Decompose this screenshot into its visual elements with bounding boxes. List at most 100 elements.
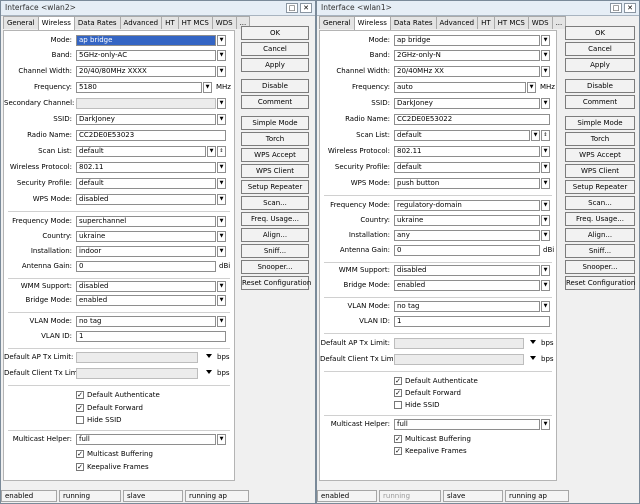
ok-button[interactable]: OK xyxy=(241,26,309,40)
tab-general[interactable]: General xyxy=(319,16,355,29)
freq-usage-button[interactable]: Freq. Usage... xyxy=(565,212,635,226)
tab-general[interactable]: General xyxy=(3,16,39,29)
bridge-mode-select[interactable]: enabled xyxy=(76,295,216,306)
title-bar[interactable]: Interface <wlan1> □ ✕ xyxy=(317,1,639,16)
dropdown-arrow-icon[interactable]: ▼ xyxy=(217,231,226,242)
wmm-support-select[interactable]: disabled xyxy=(76,281,216,292)
dropdown-arrow-icon[interactable]: ▼ xyxy=(541,200,550,211)
dropdown-arrow-icon[interactable]: ▼ xyxy=(541,98,550,109)
maximize-icon[interactable]: □ xyxy=(286,3,298,13)
tab-advanced[interactable]: Advanced xyxy=(119,16,163,29)
dropdown-arrow-icon[interactable]: ▼ xyxy=(541,280,550,291)
expand-arrow-icon[interactable] xyxy=(530,356,536,360)
default-ap-tx-limit-input[interactable] xyxy=(394,338,524,349)
cancel-button[interactable]: Cancel xyxy=(565,42,635,56)
installation-select[interactable]: indoor xyxy=(76,246,216,257)
frequency-mode-select[interactable]: regulatory-domain xyxy=(394,200,540,211)
align-button[interactable]: Align... xyxy=(241,228,309,242)
dropdown-arrow-icon[interactable]: ▼ xyxy=(217,246,226,257)
wps-mode-select[interactable]: disabled xyxy=(76,194,216,205)
wps-client-button[interactable]: WPS Client xyxy=(565,164,635,178)
frequency-select[interactable]: auto xyxy=(394,82,526,93)
dropdown-arrow-icon[interactable]: ▼ xyxy=(541,301,550,312)
hide-ssid-checkbox[interactable]: Hide SSID xyxy=(76,414,122,425)
multicast-buffering-checkbox[interactable]: ✓ Multicast Buffering xyxy=(76,448,153,459)
dropdown-arrow-icon[interactable]: ▼ xyxy=(531,130,540,141)
sniff-button[interactable]: Sniff... xyxy=(241,244,309,258)
snooper-button[interactable]: Snooper... xyxy=(565,260,635,274)
disable-button[interactable]: Disable xyxy=(565,79,635,93)
wmm-support-select[interactable]: disabled xyxy=(394,265,540,276)
default-client-tx-limit-input[interactable] xyxy=(394,354,524,365)
comment-button[interactable]: Comment xyxy=(241,95,309,109)
tab-ht[interactable]: HT xyxy=(161,16,179,29)
snooper-button[interactable]: Snooper... xyxy=(241,260,309,274)
align-button[interactable]: Align... xyxy=(565,228,635,242)
mode-select[interactable]: ap bridge xyxy=(394,35,540,46)
wps-accept-button[interactable]: WPS Accept xyxy=(241,148,309,162)
dropdown-arrow-icon[interactable]: ▼ xyxy=(541,50,550,61)
radio-name-input[interactable]: CC2DE0E53023 xyxy=(76,130,226,141)
keepalive-frames-checkbox[interactable]: ✓ Keepalive Frames xyxy=(76,461,149,472)
dropdown-arrow-icon[interactable]: ▼ xyxy=(541,419,550,430)
tab-data-rates[interactable]: Data Rates xyxy=(73,16,121,29)
reset-configuration-button[interactable]: Reset Configuration xyxy=(241,276,311,290)
multicast-helper-select[interactable]: full xyxy=(394,419,540,430)
wps-client-button[interactable]: WPS Client xyxy=(241,164,309,178)
channel-width-select[interactable]: 20/40MHz XX xyxy=(394,66,540,77)
dropdown-arrow-icon[interactable]: ▼ xyxy=(217,162,226,173)
tab-data-rates[interactable]: Data Rates xyxy=(389,16,437,29)
simple-mode-button[interactable]: Simple Mode xyxy=(565,116,635,130)
torch-button[interactable]: Torch xyxy=(565,132,635,146)
reset-configuration-button[interactable]: Reset Configuration xyxy=(565,276,635,290)
disable-button[interactable]: Disable xyxy=(241,79,309,93)
scan-button[interactable]: Scan... xyxy=(565,196,635,210)
dropdown-arrow-icon[interactable]: ▼ xyxy=(541,66,550,77)
dropdown-arrow-icon[interactable]: ▼ xyxy=(217,295,226,306)
default-authenticate-checkbox[interactable]: ✓ Default Authenticate xyxy=(76,389,160,400)
tab-wds[interactable]: WDS xyxy=(527,16,553,29)
wireless-protocol-select[interactable]: 802.11 xyxy=(394,146,540,157)
dropdown-arrow-icon[interactable]: ▼ xyxy=(207,146,216,157)
dropdown-arrow-icon[interactable]: ▼ xyxy=(541,215,550,226)
dropdown-arrow-icon[interactable]: ▼ xyxy=(541,178,550,189)
mode-select[interactable]: ap bridge xyxy=(76,35,216,46)
dropdown-arrow-icon[interactable]: ▼ xyxy=(217,178,226,189)
dropdown-arrow-icon[interactable]: ▼ xyxy=(217,194,226,205)
bridge-mode-select[interactable]: enabled xyxy=(394,280,540,291)
maximize-icon[interactable]: □ xyxy=(610,3,622,13)
multicast-helper-select[interactable]: full xyxy=(76,434,216,445)
cancel-button[interactable]: Cancel xyxy=(241,42,309,56)
scroll-arrows-icon[interactable]: ⇕ xyxy=(541,130,550,141)
hide-ssid-checkbox[interactable]: Hide SSID xyxy=(394,399,440,410)
dropdown-arrow-icon[interactable]: ▼ xyxy=(541,35,550,46)
expand-arrow-icon[interactable] xyxy=(206,354,212,358)
dropdown-arrow-icon[interactable]: ▼ xyxy=(541,146,550,157)
vlan-mode-select[interactable]: no tag xyxy=(76,316,216,327)
dropdown-arrow-icon[interactable]: ▼ xyxy=(217,316,226,327)
tab-ht-mcs[interactable]: HT MCS xyxy=(177,16,213,29)
country-select[interactable]: ukraine xyxy=(394,215,540,226)
band-select[interactable]: 5GHz-only-AC xyxy=(76,50,216,61)
antenna-gain-input[interactable]: 0 xyxy=(394,245,540,256)
ssid-input[interactable]: DarkJoney xyxy=(394,98,540,109)
wps-accept-button[interactable]: WPS Accept xyxy=(565,148,635,162)
apply-button[interactable]: Apply xyxy=(241,58,309,72)
dropdown-arrow-icon[interactable]: ▼ xyxy=(527,82,536,93)
dropdown-arrow-icon[interactable]: ▼ xyxy=(217,50,226,61)
tab-wireless[interactable]: Wireless xyxy=(37,16,75,30)
expand-arrow-icon[interactable] xyxy=(530,340,536,344)
apply-button[interactable]: Apply xyxy=(565,58,635,72)
tab-ht[interactable]: HT xyxy=(477,16,495,29)
antenna-gain-input[interactable]: 0 xyxy=(76,261,216,272)
close-icon[interactable]: ✕ xyxy=(300,3,312,13)
band-select[interactable]: 2GHz-only-N xyxy=(394,50,540,61)
scroll-arrows-icon[interactable]: ⇕ xyxy=(217,146,226,157)
tab-ht-mcs[interactable]: HT MCS xyxy=(493,16,529,29)
secondary-channel-select[interactable] xyxy=(76,98,216,109)
dropdown-arrow-icon[interactable]: ▼ xyxy=(217,66,226,77)
dropdown-arrow-icon[interactable]: ▼ xyxy=(217,98,226,109)
vlan-mode-select[interactable]: no tag xyxy=(394,301,540,312)
ok-button[interactable]: OK xyxy=(565,26,635,40)
tab-wireless[interactable]: Wireless xyxy=(353,16,391,30)
